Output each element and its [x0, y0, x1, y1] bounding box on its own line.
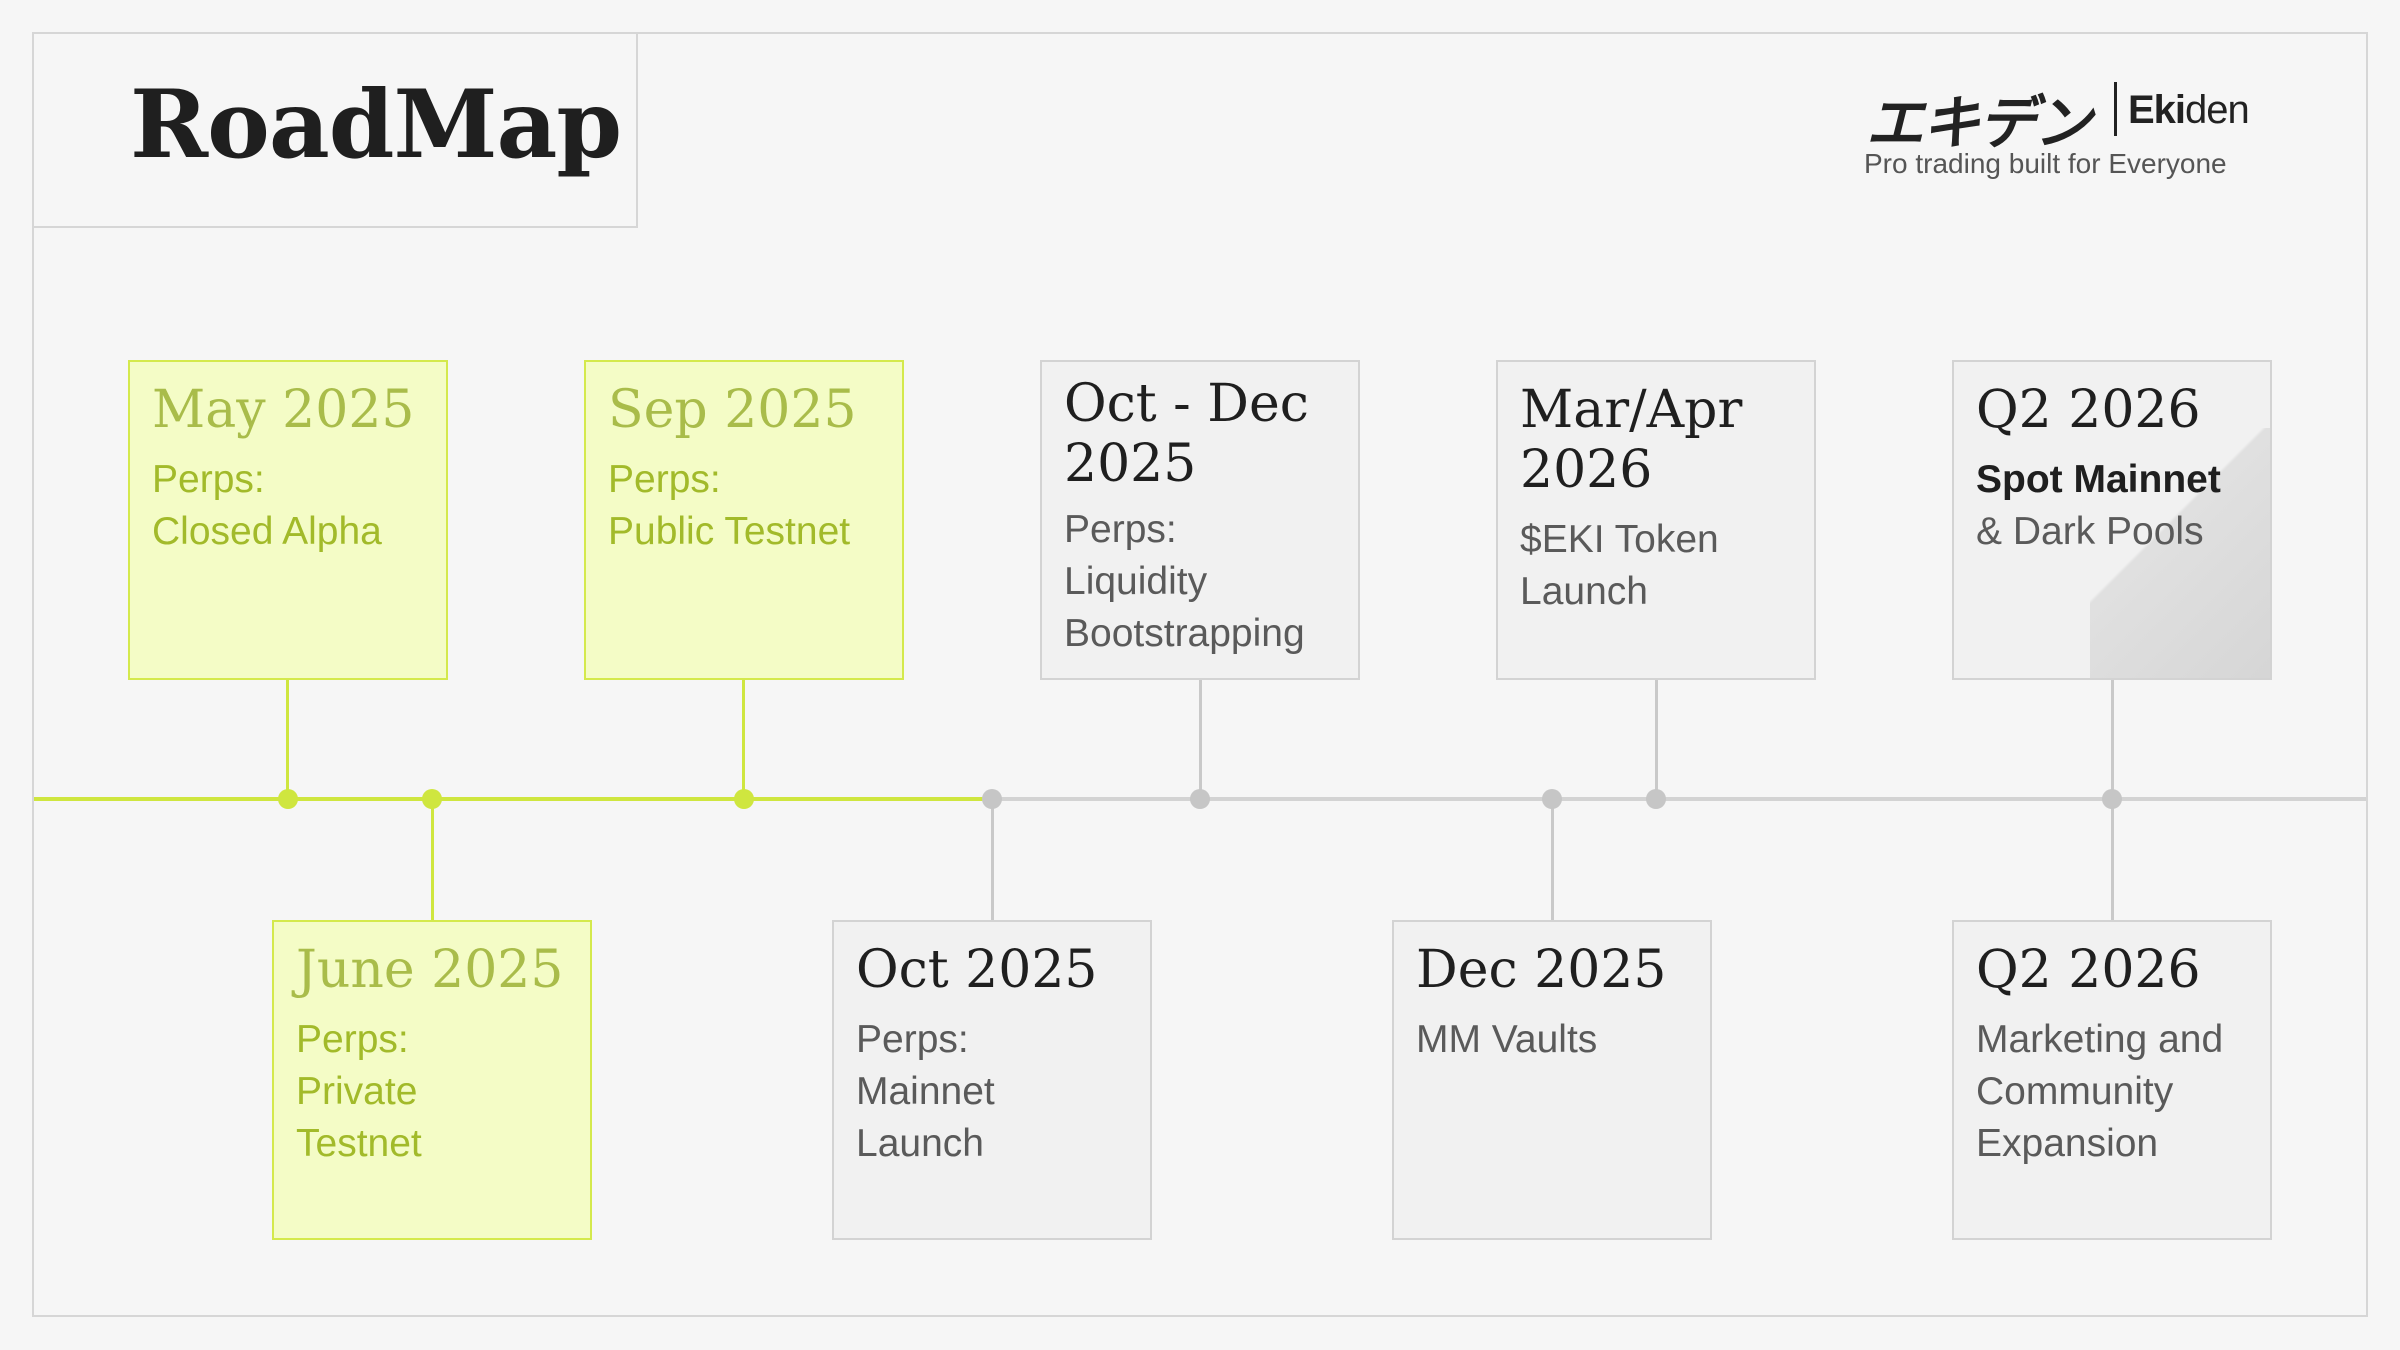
milestone-card: Sep 2025 Perps: Public Testnet	[584, 360, 904, 680]
milestone-card: Q2 2026 Marketing and Community Expansio…	[1952, 920, 2272, 1240]
connector-line	[742, 678, 745, 799]
milestone-desc-rest: & Dark Pools	[1976, 510, 2204, 553]
timeline-dot	[422, 789, 442, 809]
milestone-desc: MM Vaults	[1416, 1018, 1598, 1061]
milestone-date: Oct - Dec 2025	[1064, 374, 1309, 494]
page-title: RoadMap	[130, 70, 622, 180]
milestone-card: Q2 2026 Spot Mainnet & Dark Pools	[1952, 360, 2272, 680]
timeline-dot	[1542, 789, 1562, 809]
timeline-dot	[734, 789, 754, 809]
brand-tagline: Pro trading built for Everyone	[1864, 148, 2227, 179]
connector-line	[286, 678, 289, 799]
brand-logo-en: Ekiden	[2128, 88, 2250, 133]
milestone-date: Q2 2026	[1976, 940, 2201, 1000]
milestone-desc: Perps: Public Testnet	[608, 458, 851, 553]
milestone-desc: $EKI Token Launch	[1520, 518, 1719, 613]
timeline-dot	[1190, 789, 1210, 809]
milestone-date: June 2025	[296, 940, 564, 1000]
brand-logo: エキデン Ekiden Pro trading built for Everyo…	[1864, 76, 2266, 186]
milestone-card: June 2025 Perps: Private Testnet	[272, 920, 592, 1240]
milestone-desc-strong: Spot Mainnet	[1976, 458, 2221, 501]
connector-line	[991, 799, 994, 921]
milestone-desc: Perps: Liquidity Bootstrapping	[1064, 508, 1305, 655]
milestone-date: Q2 2026	[1976, 380, 2201, 440]
milestone-desc: Perps: Closed Alpha	[152, 458, 382, 553]
milestone-card: Oct - Dec 2025 Perps: Liquidity Bootstra…	[1040, 360, 1360, 680]
timeline-dot	[278, 789, 298, 809]
milestone-desc: Spot Mainnet & Dark Pools	[1976, 454, 2248, 558]
milestone-desc: Marketing and Community Expansion	[1976, 1018, 2224, 1165]
connector-line	[1551, 799, 1554, 921]
timeline-dot	[1646, 789, 1666, 809]
milestone-date: Oct 2025	[856, 940, 1098, 1000]
milestone-card: Dec 2025 MM Vaults	[1392, 920, 1712, 1240]
milestone-card: Mar/Apr 2026 $EKI Token Launch	[1496, 360, 1816, 680]
brand-divider	[2114, 82, 2117, 136]
connector-line	[1655, 678, 1658, 799]
milestone-date: Sep 2025	[608, 380, 857, 440]
milestone-card: Oct 2025 Perps: Mainnet Launch	[832, 920, 1152, 1240]
connector-line	[431, 799, 434, 921]
timeline-dot	[982, 789, 1002, 809]
connector-line	[2111, 799, 2114, 921]
brand-logo-en-bold: Eki	[2128, 88, 2186, 132]
timeline-axis-completed	[34, 797, 992, 801]
connector-line	[2111, 678, 2114, 799]
brand-logo-en-light: den	[2185, 88, 2250, 132]
connector-line	[1199, 678, 1202, 799]
milestone-desc: Perps: Mainnet Launch	[856, 1018, 995, 1165]
milestone-desc: Perps: Private Testnet	[296, 1018, 422, 1165]
milestone-card: May 2025 Perps: Closed Alpha	[128, 360, 448, 680]
timeline-dot	[2102, 789, 2122, 809]
milestone-date: May 2025	[152, 380, 415, 440]
milestone-date: Mar/Apr 2026	[1520, 380, 1743, 500]
milestone-date: Dec 2025	[1416, 940, 1667, 1000]
